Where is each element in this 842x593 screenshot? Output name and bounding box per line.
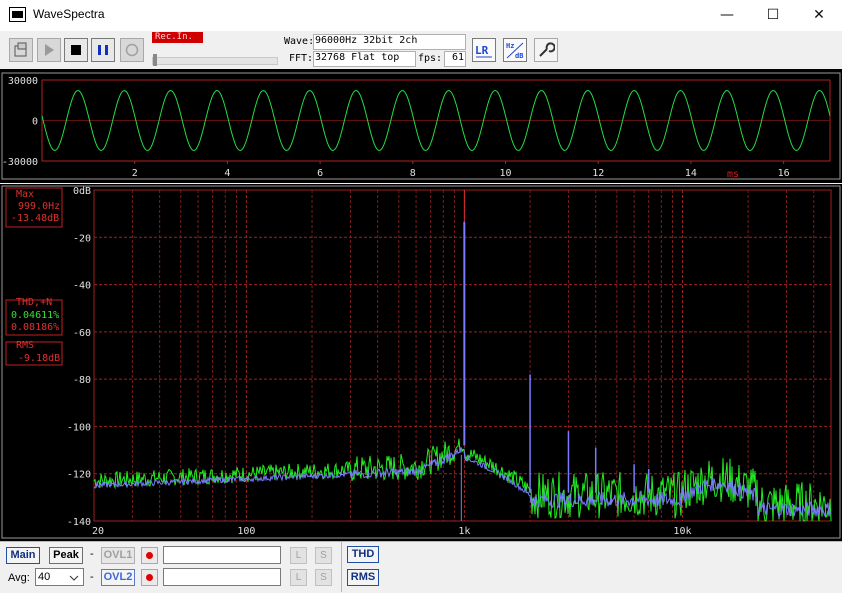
fps-label: fps: [418,53,443,64]
ovl1-record-button[interactable] [141,547,158,564]
stop-icon [71,45,81,55]
wave-y-tick: 0 [32,117,38,128]
wave-x-tick: 14 [685,168,697,179]
max-label: Max [16,189,34,200]
svg-text:Hz: Hz [506,42,514,50]
avg-value: 40 [38,571,51,583]
fft-value: 32768 Flat top [313,51,416,67]
avg-select[interactable]: 40 [35,568,84,586]
spectrum-y-tick: -120 [67,470,91,481]
ovl1-s-button[interactable]: S [315,547,332,564]
ovl2-s-button[interactable]: S [315,569,332,586]
wave-x-tick: 16 [778,168,790,179]
maximize-button[interactable]: ☐ [750,0,796,31]
record-dot-icon [146,574,153,581]
record-button[interactable] [120,38,144,62]
rms-label: RMS [16,340,34,351]
main-button[interactable]: Main [6,547,40,564]
peak-button[interactable]: Peak [49,547,83,564]
divider [341,542,342,592]
open-icon [14,42,27,57]
spectrum-y-tick: -60 [73,328,91,339]
svg-text:dB: dB [515,52,523,60]
spectrum-y-tick: -40 [73,281,91,292]
chevron-down-icon [69,575,79,581]
ovl1-name-field[interactable] [163,546,281,564]
ovl1-l-button[interactable]: L [290,547,307,564]
waveform-panel: 30000 0 -30000 2 4 6 8 10 12 14 16 ms [0,69,842,183]
wave-x-tick: 4 [224,168,230,179]
fft-label: FFT: [289,53,314,64]
thd-value: 0.04611% [11,310,59,321]
slider-thumb[interactable] [153,54,157,66]
separator-dash: - [90,548,94,560]
max-level: -13.48dB [11,213,59,224]
wave-y-tick: -30000 [2,157,38,168]
settings-button[interactable] [534,38,558,62]
lr-channel-button[interactable]: LR [472,38,496,62]
window-title: WaveSpectra [33,7,105,21]
spectrum-x-tick: 20 [92,526,104,537]
spectrum-y-tick: 0dB [73,186,91,197]
minimize-button[interactable]: — [704,0,750,31]
ovl2-l-button[interactable]: L [290,569,307,586]
rms-value: -9.18dB [18,353,60,364]
app-icon [9,7,26,22]
svg-text:LR: LR [475,44,489,57]
play-icon [45,44,54,56]
lr-channel-icon: LR [475,44,492,58]
wave-x-tick: 2 [132,168,138,179]
spectrum-x-tick: 100 [237,526,255,537]
separator-dash: - [90,571,94,583]
wave-x-tick: 8 [410,168,416,179]
spectrum-x-tick: 1k [458,526,470,537]
wave-x-unit: ms [727,169,739,180]
fps-value: 61 [444,51,466,67]
pause-icon [98,45,108,55]
hz-db-scale-icon: Hz dB [506,42,523,60]
spectrum-y-tick: -80 [73,375,91,386]
spectrum-y-tick: -20 [73,233,91,244]
wave-x-tick: 10 [500,168,512,179]
thd-label: THD,+N [16,297,52,308]
spectrum-y-tick: -100 [67,422,91,433]
spectrum-x-tick: 10k [673,526,691,537]
ovl1-button[interactable]: OVL1 [101,547,135,564]
max-frequency: 999.0Hz [18,201,60,212]
hz-db-scale-button[interactable]: Hz dB [503,38,527,62]
play-button[interactable] [37,38,61,62]
title-bar: WaveSpectra — ☐ ✕ [0,0,842,31]
input-level-slider[interactable] [152,54,278,66]
ovl2-record-button[interactable] [141,569,158,586]
wave-y-tick: 30000 [8,76,38,87]
ovl2-name-field[interactable] [163,568,281,586]
wave-x-tick: 6 [317,168,323,179]
wave-x-tick: 12 [592,168,604,179]
close-button[interactable]: ✕ [796,0,842,31]
pause-button[interactable] [91,38,115,62]
ovl2-button[interactable]: OVL2 [101,569,135,586]
record-icon [125,43,139,57]
settings-wrench-icon [539,42,556,57]
stop-button[interactable] [64,38,88,62]
wave-value: 96000Hz 32bit 2ch [313,34,466,50]
thd-button[interactable]: THD [347,546,379,563]
avg-label: Avg: [8,572,30,584]
open-file-button[interactable] [9,38,33,62]
record-dot-icon [146,552,153,559]
spectrum-panel: 0dB -20 -40 -60 -80 -100 -120 -140 20 100 1k 10k M… [0,184,842,541]
thdn-value: 0.08186% [11,322,59,333]
rec-in-indicator: Rec.In. [152,32,203,43]
wave-label: Wave: [284,36,315,47]
spectrum-y-tick: -140 [67,517,91,528]
rms-button[interactable]: RMS [347,569,379,586]
